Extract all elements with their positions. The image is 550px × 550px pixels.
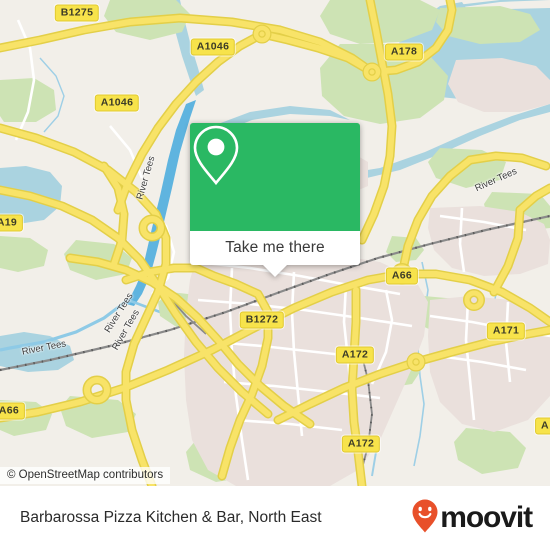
road-shield-b1272[interactable]: B1272	[239, 311, 285, 329]
popup-icon-area	[190, 123, 360, 231]
road-shield-a19[interactable]: A19	[0, 214, 24, 232]
moovit-brand[interactable]: moovit	[412, 499, 533, 538]
road-shield-a66-west[interactable]: A66	[0, 402, 26, 420]
footer-bar: Barbarossa Pizza Kitchen & Bar, North Ea…	[0, 486, 550, 550]
road-shield-a172-south[interactable]: A172	[341, 435, 381, 453]
road-shield-a1046-north[interactable]: A1046	[190, 38, 236, 56]
moovit-wordmark: moovit	[440, 501, 533, 534]
moovit-smiley-pin-icon	[412, 499, 438, 538]
road-shield-a66-east[interactable]: A66	[385, 267, 419, 285]
road-shield-b1275[interactable]: B1275	[54, 4, 100, 22]
map-attribution[interactable]: © OpenStreetMap contributors	[0, 467, 171, 484]
popup-action-area[interactable]: Take me there	[190, 231, 360, 277]
place-title: Barbarossa Pizza Kitchen & Bar, North Ea…	[20, 509, 322, 526]
location-popup-card[interactable]: Take me there	[190, 123, 360, 277]
popup-pointer-tail	[263, 265, 287, 277]
map-screenshot: B1275 A1046 A178 A1046 A19 A66 B1272 A171 A172 A6…	[0, 0, 550, 550]
road-shield-a1046-west[interactable]: A1046	[94, 94, 140, 112]
road-shield-clipped-east[interactable]: A	[535, 417, 550, 435]
road-shield-a171[interactable]: A171	[486, 322, 526, 340]
map-canvas[interactable]: B1275 A1046 A178 A1046 A19 A66 B1272 A171 A172 A6…	[0, 0, 550, 486]
road-shield-a172-north[interactable]: A172	[335, 346, 375, 364]
road-shield-a178[interactable]: A178	[384, 43, 424, 61]
take-me-there-label: Take me there	[225, 239, 325, 256]
